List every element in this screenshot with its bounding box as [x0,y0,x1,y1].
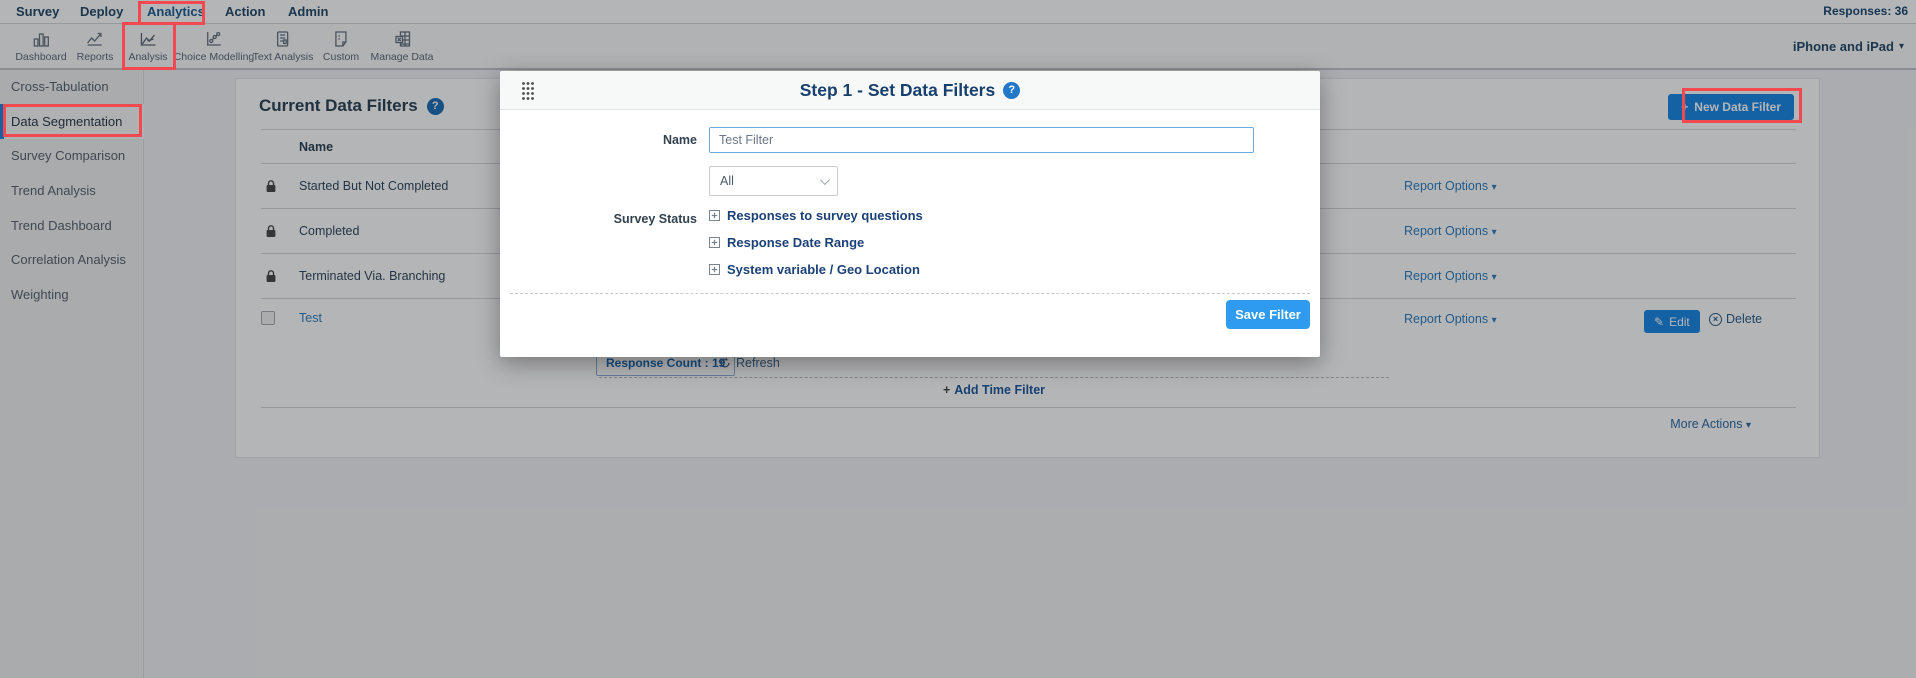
drag-handle-icon[interactable] [521,81,535,101]
survey-status-value: All [720,174,734,188]
name-field-label: Name [662,133,697,147]
survey-status-label: Survey Status [613,212,697,226]
set-data-filters-modal: Step 1 - Set Data Filters ? Name Survey … [500,71,1320,357]
dashed-divider [510,293,1310,294]
modal-title: Step 1 - Set Data Filters ? [800,80,1021,101]
modal-header: Step 1 - Set Data Filters ? [500,71,1320,110]
save-filter-button[interactable]: Save Filter [1226,300,1310,329]
help-icon[interactable]: ? [1003,81,1021,99]
plus-square-icon [709,264,720,275]
expand-responses-to-questions[interactable]: Responses to survey questions [709,208,923,223]
survey-status-select[interactable]: All [709,166,838,196]
expand-response-date-range[interactable]: Response Date Range [709,235,864,250]
plus-square-icon [709,210,720,221]
filter-name-input[interactable] [709,127,1254,153]
chevron-down-icon [819,174,830,185]
expand-system-variable-geo[interactable]: System variable / Geo Location [709,262,920,277]
app-screen: Survey Deploy Analytics Action Admin Res… [0,0,1916,678]
plus-square-icon [709,237,720,248]
